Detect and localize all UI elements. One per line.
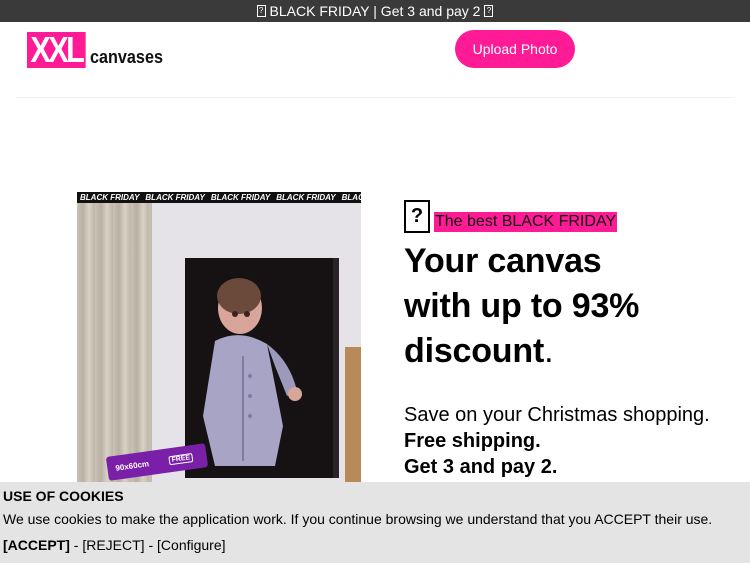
ribbon-label: BLACK FRIDAY: [341, 193, 361, 202]
logo-canvases: canvases: [90, 47, 163, 67]
gift-icon-right: ?: [484, 5, 494, 17]
image-ribbon: BLACK FRIDAY BLACK FRIDAY BLACK FRIDAY B…: [77, 192, 361, 203]
cookie-accept-link[interactable]: [ACCEPT]: [3, 537, 70, 553]
logo-xxl: XXL: [27, 32, 86, 68]
cookie-text-block: We use cookies to make the application w…: [3, 506, 747, 558]
promo-bar: ? BLACK FRIDAY | Get 3 and pay 2 ?: [0, 0, 750, 22]
hero-text: ? The best BLACK FRIDAY Your canvas with…: [404, 197, 734, 480]
sub-normal: Save on your Christmas shopping.: [404, 404, 710, 426]
logo[interactable]: XXL canvases: [27, 32, 171, 68]
cookie-separator: -: [69, 537, 83, 553]
headline-line-3: discount: [404, 332, 545, 370]
cookie-text: We use cookies to make the application w…: [3, 511, 713, 527]
headline-period: .: [544, 332, 554, 370]
headline-line-1: Your canvas: [404, 242, 602, 280]
ribbon-label: BLACK FRIDAY: [80, 193, 140, 202]
headline-line-2: with up to 93%: [404, 287, 640, 325]
delivery-truck-icon: FREE: [168, 452, 194, 465]
cookie-separator: -: [144, 537, 158, 553]
tagline: The best BLACK FRIDAY: [434, 212, 618, 232]
image-curtain: [77, 203, 152, 492]
gift-icon: ?: [256, 5, 266, 17]
cookie-title: USE OF COOKIES: [3, 488, 124, 504]
header-divider: [16, 97, 734, 98]
upload-photo-button[interactable]: Upload Photo: [455, 30, 575, 68]
cookie-banner: USE OF COOKIES We use cookies to make th…: [0, 482, 750, 563]
image-shelf: [345, 347, 361, 492]
ribbon-label: BLACK FRIDAY: [210, 193, 271, 202]
sub-free-shipping: Free shipping.: [404, 430, 541, 452]
ribbon-label: BLACK FRIDAY: [145, 193, 205, 202]
site-header: XXL canvases Upload Photo: [0, 22, 750, 98]
gift-icon-large: ?: [404, 200, 430, 233]
tagline-row: ? The best BLACK FRIDAY: [404, 197, 734, 233]
hero-product-image: BLACK FRIDAY BLACK FRIDAY BLACK FRIDAY B…: [77, 192, 361, 492]
sub-get-3-pay-2: Get 3 and pay 2.: [404, 456, 558, 478]
subheadline: Save on your Christmas shopping. Free sh…: [404, 402, 734, 480]
cookie-configure-link[interactable]: [Configure]: [157, 537, 225, 553]
ribbon-label: BLACK FRIDAY: [276, 193, 336, 202]
size-badge-label: 90x60cm: [114, 458, 150, 473]
promo-text: BLACK FRIDAY | Get 3 and pay 2: [269, 3, 481, 19]
image-child-photo: [203, 278, 302, 466]
cookie-reject-link[interactable]: [REJECT]: [82, 537, 144, 553]
headline: Your canvas with up to 93% discount.: [404, 239, 734, 374]
